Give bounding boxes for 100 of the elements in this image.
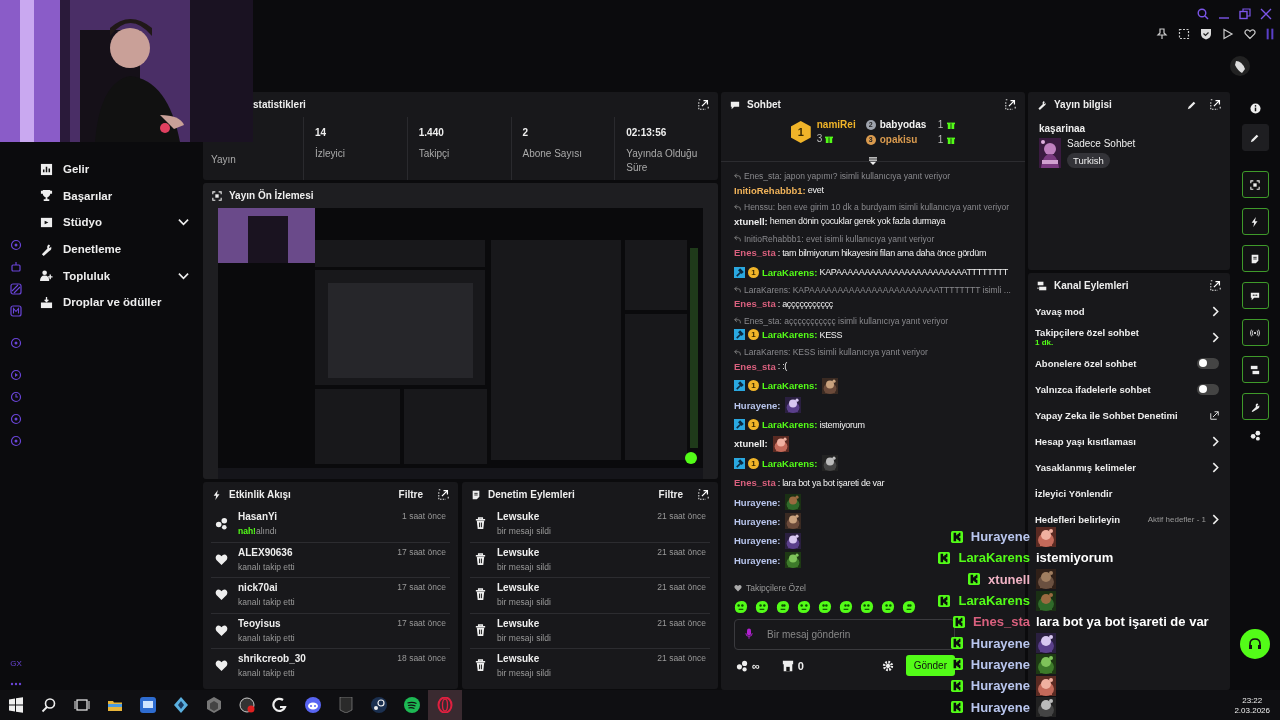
hammer-badge-icon: [734, 380, 745, 392]
emote-icon[interactable]: [880, 599, 895, 614]
gear-icon[interactable]: [10, 337, 22, 349]
filter-button[interactable]: Filtre: [398, 489, 431, 500]
emote-icon[interactable]: [754, 599, 769, 614]
info-icon[interactable]: [1249, 103, 1261, 114]
user-name: Enes_sta: [972, 614, 1030, 630]
panel-toggle-button[interactable]: [1241, 208, 1269, 235]
message-text: : aççççççççççç: [777, 298, 834, 309]
search-icon[interactable]: [41, 697, 57, 713]
reply-text: LaraKarens: KAPAAAAAAAAAAAAAAAAAAAAAAATTTTTTTT isimli ...: [744, 284, 1011, 295]
toggle-switch[interactable]: [1197, 383, 1219, 395]
activity-text: bir mesajı sildi: [497, 668, 552, 678]
gauge-icon[interactable]: [10, 239, 22, 251]
reply-icon: [734, 286, 741, 294]
trash-icon: [474, 623, 487, 637]
user-name: LaraKarens: [958, 593, 1030, 609]
popout-icon[interactable]: [1210, 99, 1221, 110]
support-button[interactable]: [1240, 629, 1270, 659]
send-button[interactable]: Gönder: [905, 655, 955, 676]
gear-icon[interactable]: [10, 435, 22, 447]
stat-value: 2: [522, 127, 530, 138]
sidebar-item[interactable]: Denetleme: [40, 235, 203, 263]
microphone-icon[interactable]: [745, 628, 753, 640]
user-name: Enes_sta: [734, 477, 776, 489]
restore-icon[interactable]: [1239, 8, 1251, 20]
filter-button[interactable]: Filtre: [658, 489, 691, 500]
emote-icon[interactable]: [796, 599, 811, 614]
lightning-icon: [1250, 216, 1260, 227]
circle-app-icon[interactable]: [371, 697, 387, 713]
popout-icon[interactable]: [698, 489, 709, 500]
monitor-icon[interactable]: [140, 697, 156, 713]
panel-toggle-button[interactable]: [1241, 282, 1269, 309]
m-square-icon[interactable]: [10, 305, 22, 317]
stripes-icon[interactable]: [10, 283, 22, 295]
emote-icon[interactable]: [775, 599, 790, 614]
edit-button[interactable]: [1241, 124, 1269, 151]
popout-icon[interactable]: [438, 489, 449, 500]
clock-icon[interactable]: [10, 391, 22, 403]
sound-waves-icon[interactable]: [404, 697, 420, 713]
hexagon-icon[interactable]: [206, 697, 222, 713]
panel-toggle-button[interactable]: [1241, 171, 1269, 198]
cube-icon[interactable]: [173, 697, 189, 713]
panel-toggle-button[interactable]: [1241, 356, 1269, 383]
ring-icon[interactable]: [428, 690, 462, 720]
popout-icon[interactable]: [1210, 280, 1221, 291]
clock-time: 23:22: [1242, 695, 1263, 705]
emote-icon[interactable]: [817, 599, 832, 614]
language-tag: Turkish: [1067, 153, 1110, 168]
shield-icon[interactable]: [1200, 28, 1212, 40]
popout-icon[interactable]: [698, 99, 709, 110]
avatar-icon[interactable]: [1230, 56, 1250, 76]
user-name: Lewsuke: [497, 511, 541, 522]
emote-icon[interactable]: [901, 599, 916, 614]
rank-badge: 1: [790, 121, 811, 143]
timestamp: 21 saat önce: [657, 582, 706, 592]
heart-icon: [215, 623, 228, 637]
heart-icon: [215, 552, 228, 566]
pause-icon[interactable]: [1266, 27, 1274, 41]
screenshot-icon[interactable]: [1178, 28, 1190, 40]
hammer-badge-icon: [734, 329, 745, 341]
chat-bubble-icon[interactable]: [305, 697, 321, 713]
user-name: shrikcreob_30: [238, 653, 307, 664]
emote-icon[interactable]: [733, 599, 748, 614]
chevron-down-icon: [178, 218, 189, 227]
record-icon[interactable]: [239, 697, 255, 713]
reply-icon: [734, 348, 741, 356]
store-icon[interactable]: [781, 659, 794, 672]
collapse-icon[interactable]: [868, 157, 878, 165]
sidebar-item[interactable]: Droplar ve ödüller: [40, 288, 203, 316]
dots-icon[interactable]: [1249, 430, 1261, 441]
start-icon[interactable]: [8, 697, 24, 713]
panel-toggle-button[interactable]: [1241, 393, 1269, 420]
panel-toggle-button[interactable]: [1241, 245, 1269, 272]
close-icon[interactable]: [1260, 8, 1272, 20]
category-name[interactable]: Sadece Sohbet: [1067, 138, 1136, 149]
message-input[interactable]: Bir mesaj gönderin: [734, 619, 955, 650]
heart-icon[interactable]: [1244, 28, 1256, 40]
popout-icon[interactable]: [1005, 99, 1016, 110]
play-icon[interactable]: [1222, 28, 1234, 40]
sidebar-item[interactable]: Stüdyo: [40, 209, 203, 236]
arc-icon[interactable]: [272, 697, 288, 713]
emote-icon[interactable]: [838, 599, 853, 614]
sidebar-item[interactable]: Başarılar: [40, 182, 203, 210]
sidebar-item[interactable]: Gelir: [40, 156, 203, 183]
emote-icon[interactable]: [859, 599, 874, 614]
panel-toggle-button[interactable]: [1241, 319, 1269, 346]
robot-icon[interactable]: [10, 261, 22, 273]
task-view-icon[interactable]: [74, 697, 90, 713]
user-name: Lewsuke: [497, 546, 541, 558]
play-circle-icon[interactable]: [10, 369, 22, 381]
toggle-switch[interactable]: [1197, 357, 1219, 369]
pin-icon[interactable]: [1156, 28, 1168, 40]
pencil-icon[interactable]: [1187, 99, 1197, 110]
headset-icon: [1248, 637, 1262, 651]
gift-icon: [825, 134, 834, 143]
stat-value: 14: [315, 127, 328, 138]
sidebar-item[interactable]: Topluluk: [40, 262, 203, 289]
user-name: LaraKarens:: [762, 329, 818, 341]
reply-text: Henssu: ben eve girim 10 dk a burdyaım isimli kullanıcıya yanıt veriyor: [744, 202, 1010, 213]
